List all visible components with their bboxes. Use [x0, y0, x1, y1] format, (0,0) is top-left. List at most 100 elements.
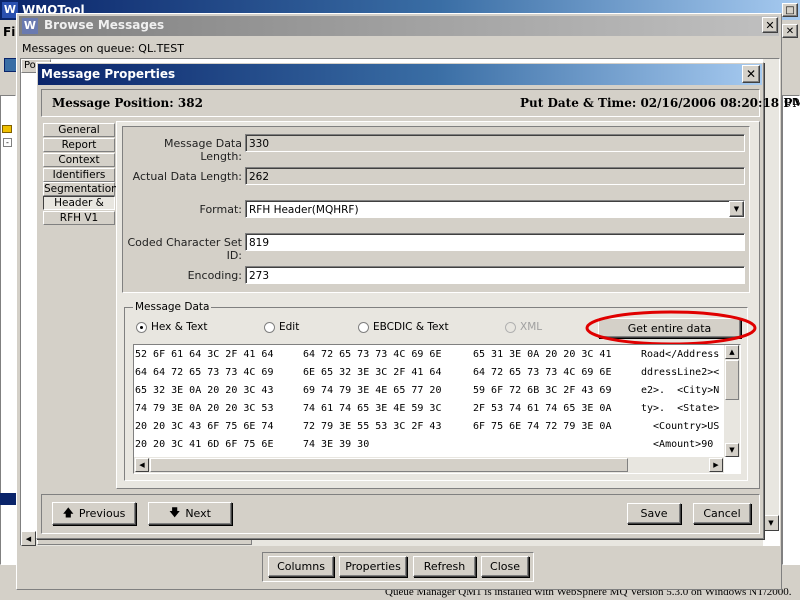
tab-general[interactable]: General — [43, 123, 115, 137]
columns-button[interactable]: Columns — [268, 556, 334, 577]
hex-scroll-right-arrow[interactable]: ▶ — [709, 458, 723, 472]
main-window-restore-button[interactable]: □ — [782, 3, 798, 17]
dialog-close-button[interactable]: ✕ — [742, 65, 760, 83]
hex-row: 69 74 79 3E 4E 65 77 20 — [303, 385, 441, 396]
hex-text-cell: <Country>US — [641, 421, 720, 432]
hex-row: 65 32 3E 0A 20 20 3C 43 — [135, 385, 273, 396]
format-label: Format: — [199, 203, 242, 216]
radio-xml: XML — [505, 321, 542, 333]
hex-cell: 74 61 74 65 3E 4E 59 3C — [303, 403, 442, 414]
format-select[interactable]: RFH Header(MQHRF) — [245, 200, 745, 218]
previous-button[interactable]: 🡅 Previous — [52, 502, 136, 525]
properties-button[interactable]: Properties — [339, 556, 407, 577]
main-window-selection-strip — [0, 493, 16, 505]
ccsid-field[interactable]: 819 — [245, 233, 745, 251]
hex-row: 74 79 3E 0A 20 20 3C 53 — [135, 403, 273, 414]
hex-scroll-up-arrow[interactable]: ▲ — [725, 345, 739, 359]
hex-cell: 6F 75 6E 74 72 79 3E 0A — [473, 421, 612, 432]
hex-row: 74 3E 39 30 — [303, 439, 369, 450]
hex-hscroll-thumb[interactable] — [150, 458, 628, 472]
arrow-up-icon: 🡅 — [62, 506, 74, 519]
radio-xml-indicator — [505, 321, 516, 333]
hex-row: 65 31 3E 0A 20 20 3C 41 — [473, 349, 611, 360]
hex-row: 20 20 3C 43 6F 75 6E 74 — [135, 421, 273, 432]
radio-edit[interactable]: Edit — [264, 321, 299, 333]
radio-xml-label: XML — [520, 321, 543, 333]
hex-cell: 72 79 3E 55 53 3C 2F 43 — [303, 421, 442, 432]
radio-ebcdic-label: EBCDIC & Text — [373, 321, 449, 333]
encoding-field[interactable]: 273 — [245, 266, 745, 284]
hex-row: 59 6F 72 6B 3C 2F 43 69 — [473, 385, 611, 396]
hex-cell: 2F 53 74 61 74 65 3E 0A — [473, 403, 612, 414]
annotation-circle — [585, 310, 757, 346]
hex-row: 20 20 3C 41 6D 6F 75 6E — [135, 439, 273, 450]
next-button[interactable]: 🡇 Next — [148, 502, 232, 525]
hex-cell: 69 74 79 3E 4E 65 77 20 — [303, 385, 442, 396]
hex-vscroll-thumb[interactable] — [725, 360, 739, 400]
save-button[interactable]: Save — [627, 503, 681, 524]
hex-cell: 65 32 3E 0A 20 20 3C 43 — [135, 385, 274, 396]
radio-hex-text[interactable]: Hex & Text — [136, 321, 207, 333]
tab-report[interactable]: Report — [43, 138, 115, 152]
ccsid-label: Coded Character Set ID: — [127, 236, 242, 262]
tab-context[interactable]: Context — [43, 153, 115, 167]
hex-cell: 64 64 72 65 73 73 4C 69 — [135, 367, 274, 378]
hex-text-cell: <Amount>90 — [641, 439, 714, 450]
browse-close-button[interactable]: ✕ — [762, 17, 778, 33]
hex-cell: 74 79 3E 0A 20 20 3C 53 — [135, 403, 274, 414]
hex-cell: 20 20 3C 41 6D 6F 75 6E — [135, 439, 274, 450]
browse-messages-title: Browse Messages — [44, 18, 165, 32]
put-date-label: Put Date & Time: 02/16/2006 08:20:18 PM — [520, 96, 800, 110]
main-window-close-button[interactable]: ✕ — [782, 24, 798, 38]
refresh-button[interactable]: Refresh — [413, 556, 476, 577]
cancel-button[interactable]: Cancel — [693, 503, 751, 524]
hex-row: 64 72 65 73 73 4C 69 6E — [473, 367, 611, 378]
actual-length-field: 262 — [245, 167, 745, 185]
actual-length-label: Actual Data Length: — [132, 170, 242, 183]
hex-cell: 65 31 3E 0A 20 20 3C 41 — [473, 349, 612, 360]
hex-row: 6F 75 6E 74 72 79 3E 0A — [473, 421, 611, 432]
hex-cell: 64 72 65 73 73 4C 69 6E — [473, 367, 612, 378]
radio-hex-text-label: Hex & Text — [151, 321, 208, 333]
hex-cell: 6E 65 32 3E 3C 2F 41 64 — [303, 367, 442, 378]
folder-icon — [2, 125, 12, 133]
hex-text-cell: e2>. <City>N — [641, 385, 720, 396]
hex-cell: 20 20 3C 43 6F 75 6E 74 — [135, 421, 274, 432]
tab-header-data[interactable]: Header & Data — [43, 196, 115, 222]
next-button-label: Next — [185, 507, 211, 520]
tree-expand-icon[interactable]: - — [3, 138, 12, 147]
radio-ebcdic-text[interactable]: EBCDIC & Text — [358, 321, 449, 333]
tab-rfh-v1[interactable]: RFH V1 — [43, 211, 115, 225]
hex-data-content: 52 6F 61 64 3C 2F 41 64 64 72 65 73 73 4… — [135, 349, 721, 457]
radio-ebcdic-indicator[interactable] — [358, 321, 369, 333]
chevron-down-icon[interactable]: ▼ — [729, 201, 744, 217]
encoding-label: Encoding: — [187, 269, 242, 282]
radio-edit-indicator[interactable] — [264, 321, 275, 333]
tab-segmentation[interactable]: Segmentation — [43, 182, 118, 196]
data-length-label: Message Data Length: — [164, 137, 242, 163]
hex-cell: 64 72 65 73 73 4C 69 6E — [303, 349, 442, 360]
hex-text-cell: ty>. <State> — [641, 403, 720, 414]
hex-row: 74 61 74 65 3E 4E 59 3C — [303, 403, 441, 414]
browse-app-icon: W — [22, 18, 38, 34]
hex-row: 6E 65 32 3E 3C 2F 41 64 — [303, 367, 441, 378]
message-position-label: Message Position: 382 — [52, 96, 203, 110]
hex-cell: 74 3E 39 30 — [303, 439, 370, 450]
queue-label: Messages on queue: QL.TEST — [22, 42, 184, 55]
hex-row: 2F 53 74 61 74 65 3E 0A — [473, 403, 611, 414]
hex-cell: 52 6F 61 64 3C 2F 41 64 — [135, 349, 274, 360]
hex-scroll-left-arrow[interactable]: ◀ — [135, 458, 149, 472]
main-window-menu-file[interactable]: Fi — [3, 25, 15, 39]
radio-edit-label: Edit — [279, 321, 300, 333]
tab-identifiers[interactable]: Identifiers — [43, 168, 115, 182]
radio-hex-text-indicator[interactable] — [136, 321, 147, 333]
browse-vertical-scrollbar[interactable] — [763, 59, 779, 531]
previous-button-label: Previous — [78, 507, 126, 520]
hex-row: 52 6F 61 64 3C 2F 41 64 — [135, 349, 273, 360]
hex-row: 72 79 3E 55 53 3C 2F 43 — [303, 421, 441, 432]
hex-scroll-down-arrow[interactable]: ▼ — [725, 443, 739, 457]
message-data-legend: Message Data — [133, 301, 212, 313]
browse-scroll-left-arrow[interactable]: ◀ — [21, 531, 36, 546]
close-button[interactable]: Close — [481, 556, 529, 577]
browse-scroll-down-arrow[interactable]: ▼ — [763, 515, 779, 531]
